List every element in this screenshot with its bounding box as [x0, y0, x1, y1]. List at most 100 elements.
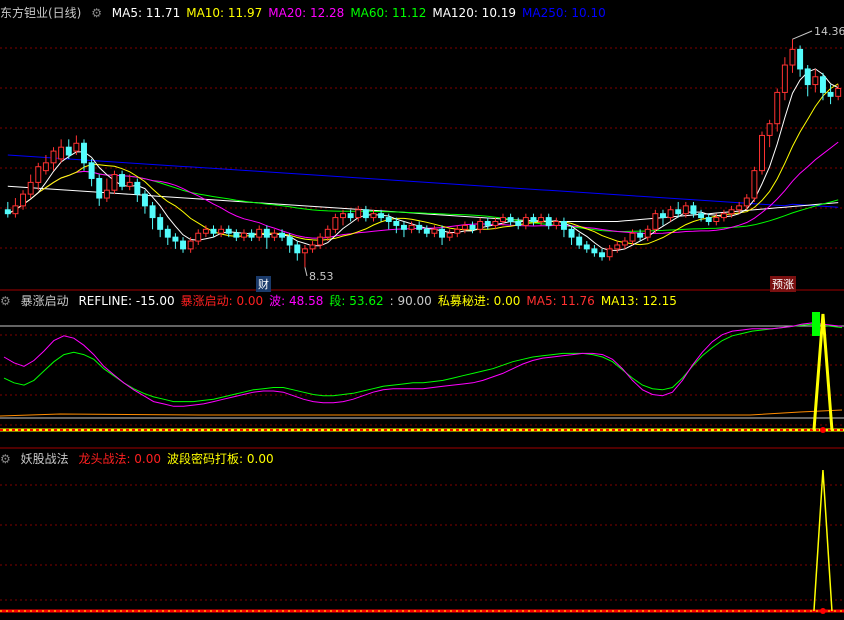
candle-body-47: [362, 209, 369, 219]
candle-body-65: [500, 217, 506, 223]
panel3-title: 妖股战法: [20, 452, 69, 466]
ma250-line: [7, 154, 839, 208]
ma5-line: [7, 68, 839, 251]
candle-body-44: [340, 213, 346, 219]
candle-body-11: [88, 162, 95, 179]
candle-body-46: [355, 209, 362, 219]
panel3-item-1: 波段密码打板: 0.00: [167, 452, 274, 466]
candle-body-87: [667, 209, 674, 219]
candle-body-95: [728, 209, 735, 215]
candle-body-86: [659, 213, 666, 219]
candle-body-69: [530, 217, 537, 223]
duan-line: [3, 323, 843, 403]
candle-body-62: [477, 221, 484, 230]
panel2-item-1: 暴涨启动: 0.00: [180, 294, 264, 308]
candle-body-33: [256, 228, 263, 238]
candle-body-6: [50, 150, 57, 164]
panel2-item-7: MA13: 12.15: [600, 294, 677, 308]
spike3-dot: [819, 608, 826, 614]
candle-body-1: [12, 205, 19, 215]
candle-body-70: [538, 217, 545, 223]
candle-body-106: [812, 76, 819, 86]
candle-body-37: [286, 236, 293, 246]
candle-body-64: [492, 221, 499, 226]
candle-body-73: [560, 221, 567, 230]
spike-dot: [819, 427, 826, 433]
panel2-title: 暴涨启动: [20, 294, 69, 308]
annotations: [304, 30, 813, 277]
candle-body-104: [797, 48, 804, 70]
candle-body-99: [759, 134, 765, 172]
candle-body-60: [461, 224, 468, 230]
orange-line: [0, 409, 843, 417]
panel2-legend: ⚙ 暴涨启动 REFLINE: -15.00 暴涨启动: 0.00 波: 48.58…: [0, 292, 689, 310]
candle-body-49: [378, 213, 385, 219]
candle-body-74: [568, 228, 575, 238]
candle-body-94: [720, 213, 727, 219]
candle-body-77: [591, 248, 598, 254]
candle-body-61: [469, 224, 476, 230]
candle-body-8: [65, 146, 72, 156]
panel3-item-0: 龙头战法: 0.00: [78, 452, 162, 466]
candle-body-36: [279, 232, 286, 238]
candle-body-59: [454, 228, 461, 234]
candle-body-85: [652, 213, 659, 230]
candle-body-53: [408, 224, 415, 230]
candle-body-91: [698, 213, 705, 219]
candle-body-84: [644, 228, 651, 238]
panel2-item-6: MA5: 11.76: [526, 294, 595, 308]
panel2-items: REFLINE: -15.00 暴涨启动: 0.00 波: 48.58 段: 53.6…: [78, 294, 682, 308]
ma-label-5: MA250: 10.10: [522, 6, 606, 20]
ma20-line: [7, 141, 839, 239]
settings-icon[interactable]: ⚙: [91, 6, 102, 20]
low-price-label: 8.53: [309, 270, 334, 283]
candle-body-18: [141, 193, 148, 207]
high-pointer: [792, 30, 813, 40]
candle-body-55: [423, 228, 430, 234]
candle-body-21: [164, 228, 171, 238]
candle-body-4: [35, 166, 42, 183]
candle-body-39: [301, 248, 308, 254]
candle-body-12: [96, 177, 103, 199]
candle-body-98: [751, 170, 758, 199]
candle-body-81: [621, 240, 628, 246]
candle-body-83: [637, 232, 644, 238]
candle-body-2: [20, 193, 27, 207]
ma-label-4: MA120: 10.19: [432, 6, 517, 20]
panel3-settings-icon[interactable]: ⚙: [0, 452, 11, 466]
chart-canvas: [0, 30, 844, 614]
candle-body-78: [599, 252, 606, 258]
candle-body-67: [515, 221, 522, 226]
boduan-spike: [813, 469, 833, 612]
cai-marker[interactable]: 财: [256, 276, 271, 292]
candle-body-42: [324, 228, 331, 238]
candle-body-9: [73, 142, 80, 152]
candle-body-92: [705, 217, 712, 223]
ma-label-1: MA10: 11.97: [186, 6, 263, 20]
candle-body-68: [522, 217, 529, 226]
candle-body-103: [789, 48, 796, 66]
candle-body-31: [240, 232, 247, 238]
candle-body-10: [81, 142, 87, 164]
candle-body-5: [42, 162, 49, 172]
panel3-items: 龙头战法: 0.00 波段密码打板: 0.00: [78, 452, 279, 466]
candle-body-76: [583, 244, 590, 250]
candle-body-17: [134, 181, 141, 195]
candle-body-30: [233, 232, 240, 238]
candle-body-93: [713, 217, 720, 223]
candle-body-7: [58, 146, 65, 160]
panel2-settings-icon[interactable]: ⚙: [0, 294, 11, 308]
candle-body-66: [507, 217, 514, 223]
panel2-item-3: 段: 53.62: [329, 294, 384, 308]
candle-body-38: [294, 244, 301, 254]
candle-body-23: [180, 240, 187, 250]
high-price-label: 14.36: [814, 25, 844, 38]
indicator-panel-3: [0, 469, 844, 614]
panel3-legend: ⚙ 妖股战法 龙头战法: 0.00 波段密码打板: 0.00: [0, 450, 286, 468]
candle-body-16: [126, 181, 133, 187]
candle-body-15: [119, 174, 126, 187]
panel2-item-0: REFLINE: -15.00: [78, 294, 175, 308]
yuzhang-marker[interactable]: 预涨: [770, 276, 796, 292]
main-title: 东方钽业(日线): [0, 6, 82, 20]
candle-body-56: [431, 228, 438, 234]
